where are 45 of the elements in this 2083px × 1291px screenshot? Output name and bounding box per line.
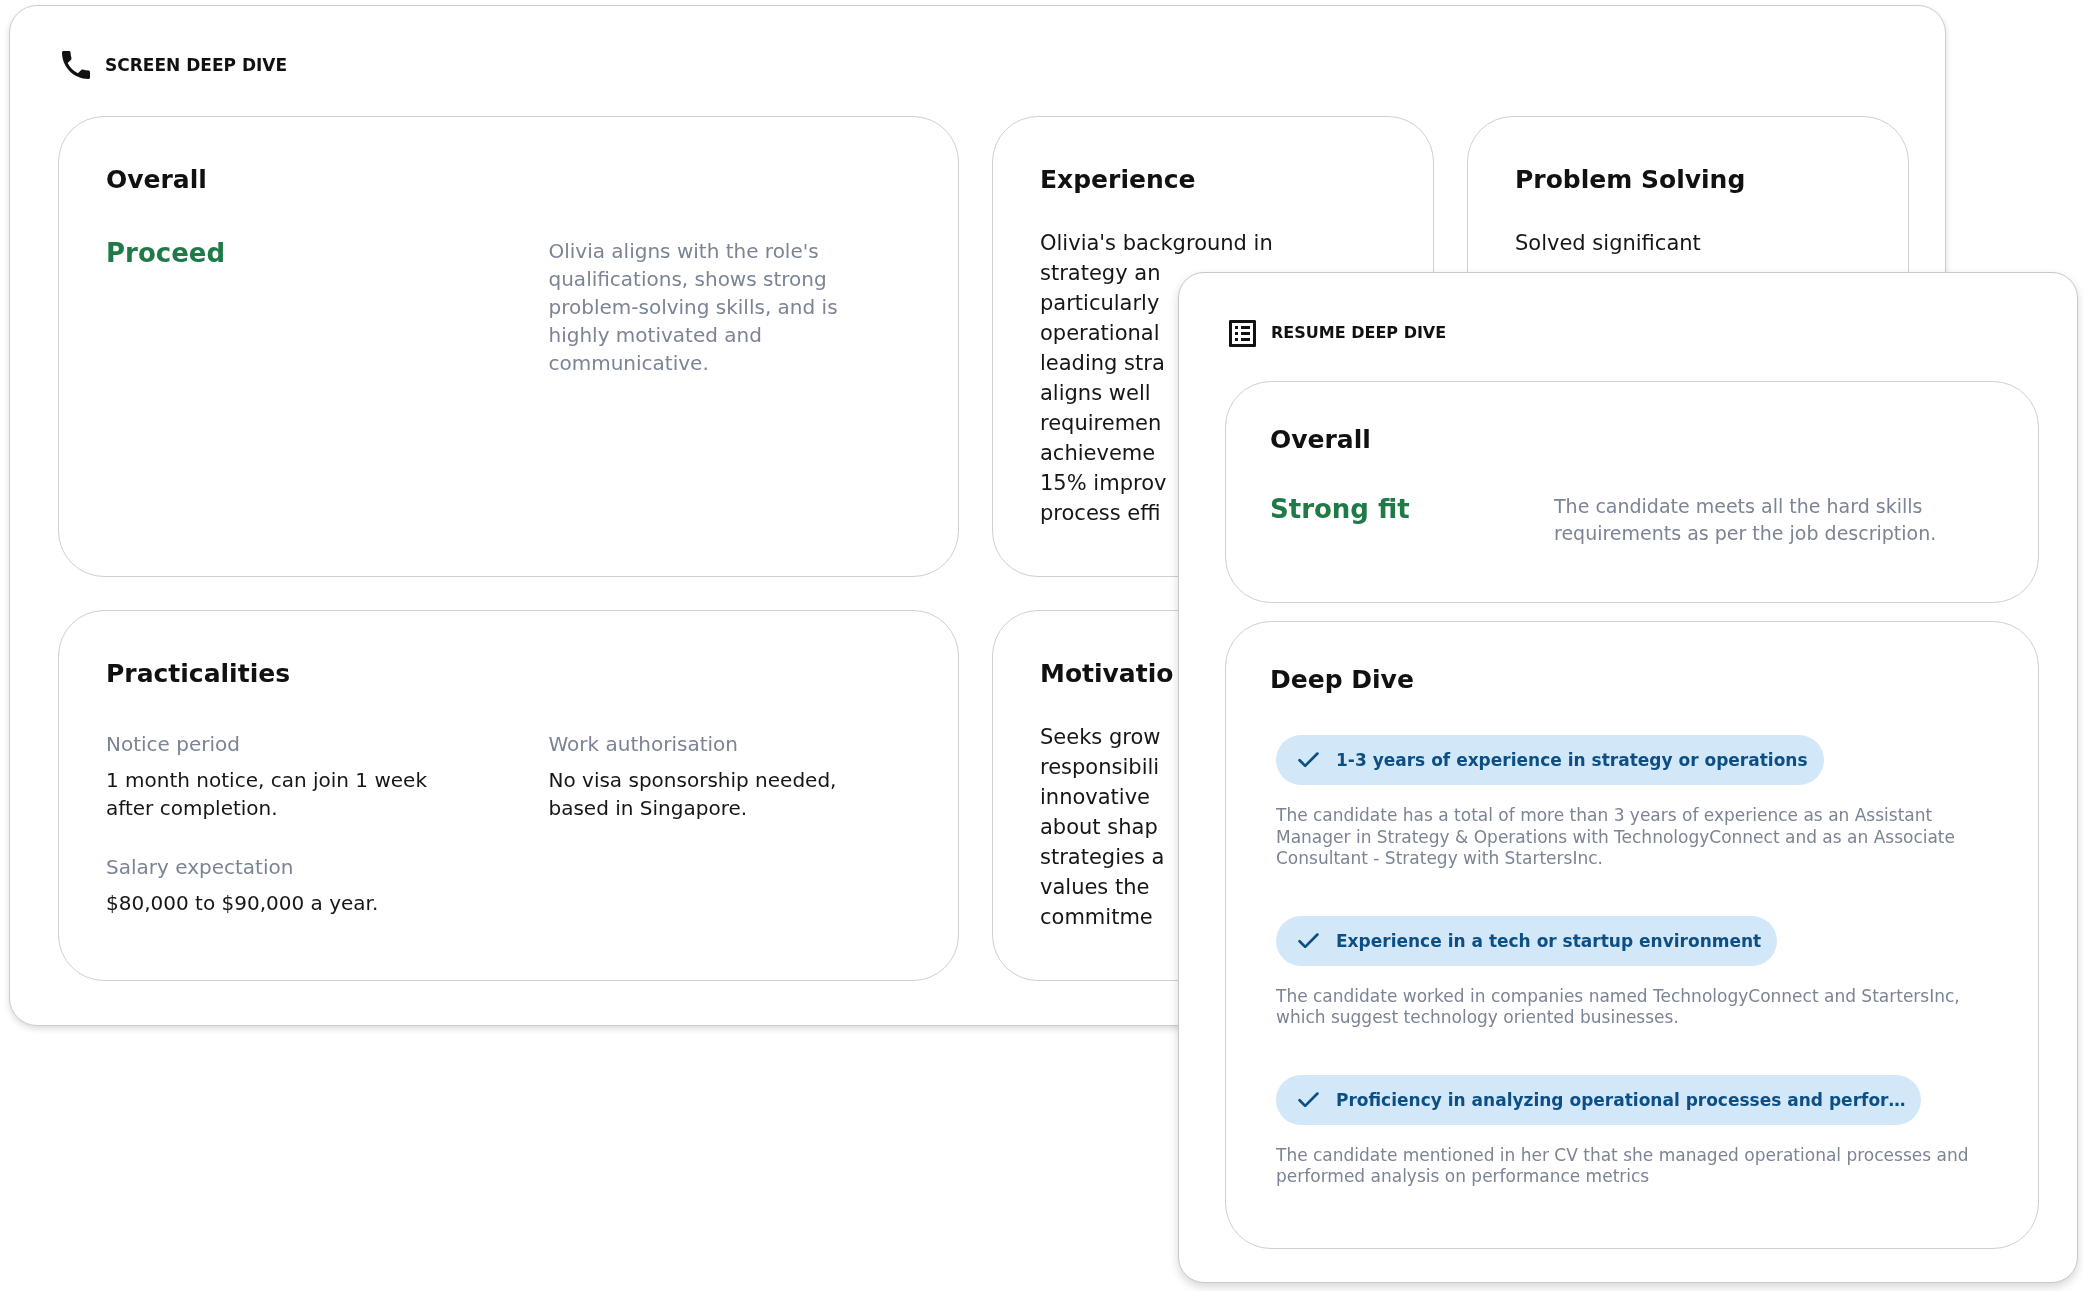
note-line: particularly <box>1040 290 1160 317</box>
list-icon <box>1229 319 1256 347</box>
verdict-text: Proceed <box>106 237 226 269</box>
card-title: Deep Dive <box>1270 665 1414 695</box>
note-line: process effi <box>1040 500 1161 527</box>
card-title: Overall <box>1270 425 1371 455</box>
summary-text: The candidate meets all the hard skills requirements as per the job description. <box>1554 494 1938 546</box>
note-line: commitme <box>1040 904 1153 931</box>
field-label: Notice period <box>106 731 240 757</box>
note-line: values the <box>1040 874 1150 901</box>
criterion-explanation: The candidate worked in companies named TechnologyConnect and StartersInc, which suggest technology oriented businesses. <box>1276 985 1961 1029</box>
criterion-label: Proficiency in analyzing operational processes and perfor… <box>1336 1089 1906 1110</box>
card-title: Overall <box>106 165 207 195</box>
field-value: $80,000 to $90,000 a year. <box>106 890 379 917</box>
note-line: innovative <box>1040 784 1150 811</box>
verdict-text: Strong fit <box>1270 493 1410 525</box>
note-line: responsibili <box>1040 754 1160 781</box>
section-title: SCREEN DEEP DIVE <box>105 54 288 76</box>
note-line: about shap <box>1040 814 1158 841</box>
summary-text: Olivia aligns with the role's qualifications, shows strong problem-solving skills, and is highly motivated and communicative. <box>548 238 839 377</box>
card-title: Practicalities <box>106 659 291 689</box>
note-line: Seeks grow <box>1040 724 1161 751</box>
note-line: 15% improv <box>1040 470 1167 497</box>
field-label: Work authorisation <box>548 731 738 757</box>
note-line: strategy an <box>1040 260 1161 287</box>
card-title: Motivatio <box>1040 659 1174 689</box>
note-line: Solved significant <box>1515 230 1701 257</box>
field-value: 1 month notice, can join 1 week after completion. <box>106 767 428 822</box>
card-title: Problem Solving <box>1515 165 1746 195</box>
field-label: Salary expectation <box>106 854 294 880</box>
note-line: Olivia's background in <box>1040 230 1273 257</box>
note-line: requiremen <box>1040 410 1162 437</box>
criterion-label: Experience in a tech or startup environment <box>1336 930 1762 951</box>
section-title: RESUME DEEP DIVE <box>1271 323 1447 343</box>
note-line: leading stra <box>1040 350 1165 377</box>
note-line: operational <box>1040 320 1160 347</box>
criterion-label: 1-3 years of experience in strategy or operations <box>1336 750 1808 770</box>
note-line: strategies a <box>1040 844 1165 871</box>
phone-icon <box>62 51 90 79</box>
criterion-explanation: The candidate has a total of more than 3 years of experience as an Assistant Manager in Strategy & Operations with TechnologyConnect and as an Associate Consultant - Strategy with StartersInc. <box>1276 805 1956 870</box>
criterion-explanation: The candidate mentioned in her CV that she managed operational processes and performed analysis on performance metrics <box>1276 1144 1970 1188</box>
card-title: Experience <box>1040 165 1196 195</box>
note-line: aligns well <box>1040 380 1151 407</box>
field-value: No visa sponsorship needed, based in Singapore. <box>548 767 838 822</box>
note-line: achieveme <box>1040 440 1156 467</box>
